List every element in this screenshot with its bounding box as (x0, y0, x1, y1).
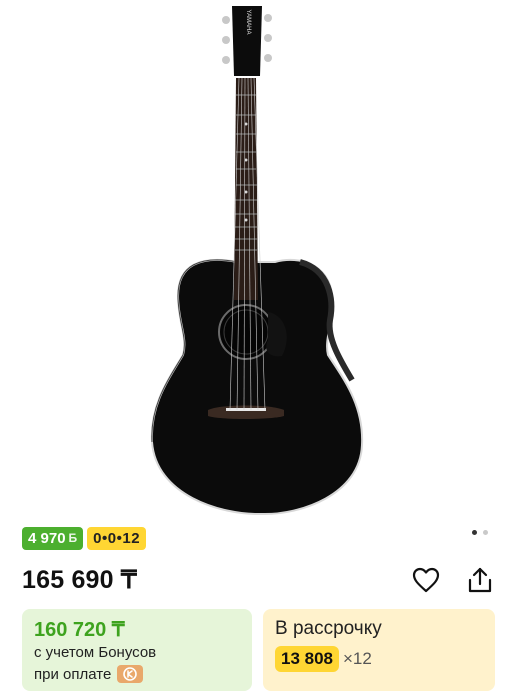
installment-amount: 13 808 (275, 646, 339, 672)
guitar-image: YAMAHA (150, 6, 364, 516)
badges-row: 4 970 Б 0•0•12 (22, 527, 147, 550)
price-row: 165 690 ₸ (22, 562, 496, 598)
bonus-currency-icon: Б (68, 531, 78, 545)
installment-card[interactable]: В рассрочку 13 808 ×12 (263, 609, 495, 691)
pagination-dot[interactable] (472, 530, 477, 535)
bonus-price-card[interactable]: 160 720 ₸ с учетом Бонусов при оплате (22, 609, 252, 691)
installment-badge: 0•0•12 (87, 527, 147, 550)
gallery-pagination[interactable] (472, 530, 488, 535)
bonus-badge: 4 970 Б (22, 527, 84, 550)
svg-text:YAMAHA: YAMAHA (245, 10, 251, 35)
product-gallery[interactable]: YAMAHA (0, 0, 516, 535)
share-icon[interactable] (464, 564, 496, 596)
product-actions (410, 564, 496, 596)
bonus-payment-line: при оплате (34, 665, 144, 683)
installment-title: В рассрочку (275, 618, 382, 639)
pagination-dot[interactable] (483, 530, 488, 535)
installment-row: 13 808 ×12 (275, 646, 372, 672)
bonus-price: 160 720 ₸ (34, 619, 125, 641)
installment-multiplier: ×12 (343, 649, 372, 668)
kaspi-logo-icon (117, 665, 144, 683)
favorite-heart-icon[interactable] (410, 564, 442, 596)
product-price: 165 690 ₸ (22, 566, 138, 594)
bonus-badge-value: 4 970 (28, 530, 66, 547)
bonus-payment-label: при оплате (34, 665, 112, 683)
bonus-description: с учетом Бонусов (34, 644, 157, 661)
